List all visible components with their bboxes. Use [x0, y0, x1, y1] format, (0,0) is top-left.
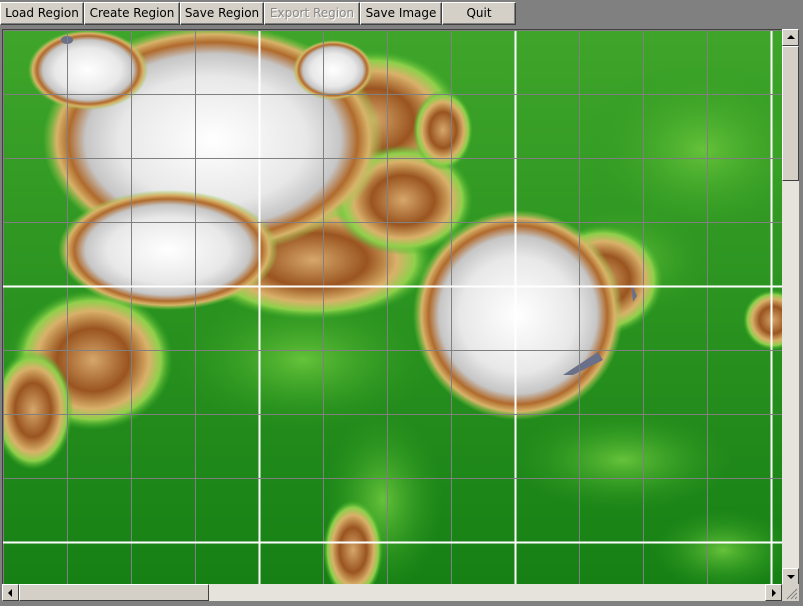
export-region-button: Export Region	[264, 2, 360, 25]
arrow-right-icon	[772, 589, 776, 597]
vertical-scrollbar[interactable]	[782, 29, 799, 585]
arrow-left-icon	[8, 589, 12, 597]
scroll-down-button[interactable]	[782, 568, 799, 585]
save-region-button[interactable]: Save Region	[180, 2, 264, 25]
horizontal-scroll-thumb[interactable]	[19, 584, 209, 601]
load-region-button[interactable]: Load Region	[0, 2, 84, 25]
toolbar: Load Region Create Region Save Region Ex…	[0, 0, 803, 28]
terrain-heightmap[interactable]	[3, 30, 783, 585]
resize-grip-icon[interactable]	[782, 584, 799, 601]
scroll-up-button[interactable]	[782, 29, 799, 46]
arrow-up-icon	[787, 35, 795, 39]
vertical-scroll-thumb[interactable]	[782, 46, 799, 181]
save-image-button[interactable]: Save Image	[360, 2, 442, 25]
arrow-down-icon	[787, 575, 795, 579]
quit-button[interactable]: Quit	[442, 2, 516, 25]
create-region-button[interactable]: Create Region	[84, 2, 180, 25]
scroll-left-button[interactable]	[2, 584, 19, 601]
horizontal-scrollbar[interactable]	[2, 584, 782, 601]
terrain-map-view[interactable]	[2, 29, 783, 585]
scroll-right-button[interactable]	[765, 584, 782, 601]
